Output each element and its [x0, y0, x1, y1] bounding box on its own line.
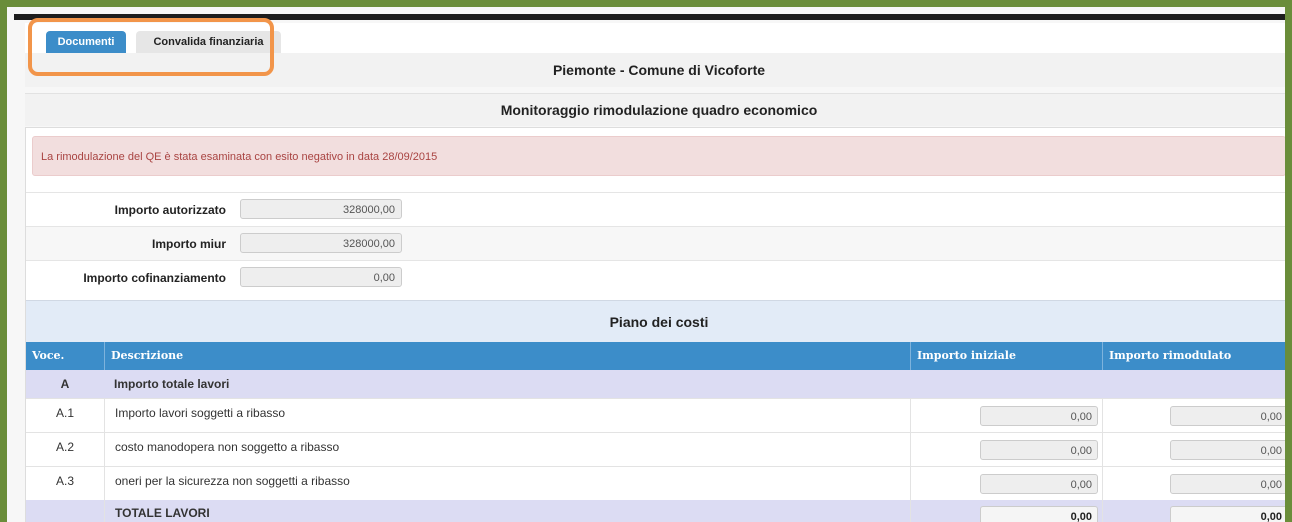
- column-header-descrizione: Descrizione: [104, 342, 910, 370]
- app-frame: Documenti Convalida finanziaria Piemonte…: [0, 0, 1292, 522]
- column-header-importo-rimodulato: Importo rimodulato: [1102, 342, 1285, 370]
- page-subtitle: Monitoraggio rimodulazione quadro econom…: [25, 93, 1285, 126]
- row-description: Importo lavori soggetti a ribasso: [104, 398, 910, 432]
- status-alert: La rimodulazione del QE è stata esaminat…: [32, 136, 1285, 176]
- tab-convalida-finanziaria[interactable]: Convalida finanziaria: [136, 31, 281, 53]
- section-title-piano-costi: Piano dei costi: [26, 300, 1285, 343]
- table-row: A.1 Importo lavori soggetti a ribasso 0,…: [26, 398, 1285, 433]
- totale-iniziale-field[interactable]: 0,00: [980, 506, 1098, 522]
- field-label: Importo cofinanziamento: [83, 271, 226, 285]
- row-description: Importo totale lavori: [114, 377, 230, 391]
- totale-rimodulato-field[interactable]: 0,00: [1170, 506, 1285, 522]
- field-label: Importo autorizzato: [114, 203, 226, 217]
- row-code: A.3: [55, 474, 74, 488]
- table-row: A.3 oneri per la sicurezza non soggetti …: [26, 466, 1285, 501]
- importo-cofinanziamento-field[interactable]: 0,00: [240, 267, 402, 287]
- tab-bar: Documenti Convalida finanziaria: [25, 23, 1285, 53]
- table-group-row: A Importo totale lavori: [26, 370, 1285, 399]
- field-row-importo-cofinanziamento: Importo cofinanziamento 0,00: [26, 260, 1285, 295]
- tab-documenti[interactable]: Documenti: [46, 31, 126, 53]
- table-header: Voce. Descrizione Importo iniziale Impor…: [26, 342, 1285, 370]
- importo-rimodulato-field[interactable]: 0,00: [1170, 474, 1285, 494]
- page-title: Piemonte - Comune di Vicoforte: [25, 53, 1285, 87]
- main-panel: La rimodulazione del QE è stata esaminat…: [25, 127, 1285, 522]
- total-label: TOTALE LAVORI: [104, 500, 910, 522]
- row-code: A.1: [55, 406, 74, 420]
- table-row: A.2 costo manodopera non soggetto a riba…: [26, 432, 1285, 467]
- importo-iniziale-field[interactable]: 0,00: [980, 440, 1098, 460]
- row-code: A.2: [55, 440, 74, 454]
- importo-iniziale-field[interactable]: 0,00: [980, 406, 1098, 426]
- window-top-bar: [14, 14, 1285, 20]
- row-description: oneri per la sicurezza non soggetti a ri…: [104, 466, 910, 500]
- importo-rimodulato-field[interactable]: 0,00: [1170, 406, 1285, 426]
- row-description: costo manodopera non soggetto a ribasso: [104, 432, 910, 466]
- row-code: [26, 500, 104, 522]
- importo-autorizzato-field[interactable]: 328000,00: [240, 199, 402, 219]
- column-header-importo-iniziale: Importo iniziale: [910, 342, 1102, 370]
- importo-iniziale-field[interactable]: 0,00: [980, 474, 1098, 494]
- column-header-voce: Voce.: [32, 349, 65, 362]
- row-code: A: [60, 377, 70, 391]
- importo-miur-field[interactable]: 328000,00: [240, 233, 402, 253]
- field-row-importo-miur: Importo miur 328000,00: [26, 226, 1285, 261]
- field-label: Importo miur: [152, 237, 226, 251]
- importo-rimodulato-field[interactable]: 0,00: [1170, 440, 1285, 460]
- table-total-row: TOTALE LAVORI 0,00 0,00: [26, 500, 1285, 522]
- field-row-importo-autorizzato: Importo autorizzato 328000,00: [26, 192, 1285, 227]
